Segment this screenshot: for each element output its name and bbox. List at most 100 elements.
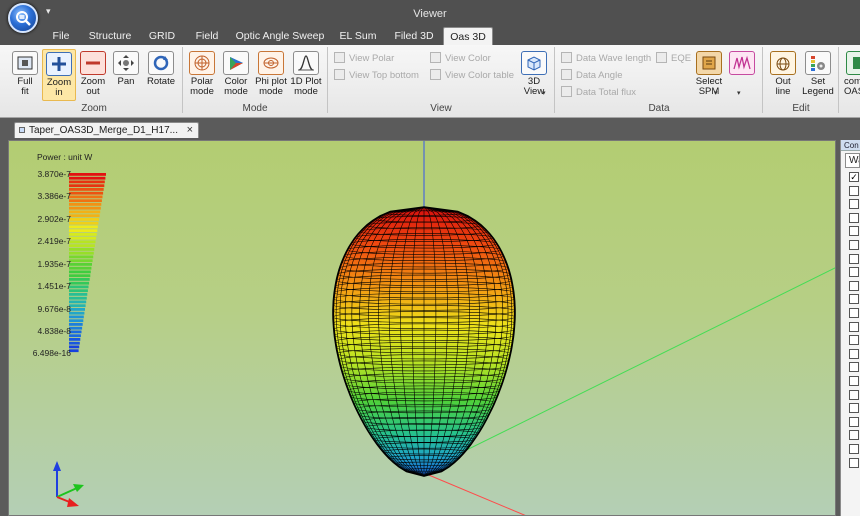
data-angle-button[interactable]: Data Angle [561, 68, 622, 84]
select-spm-button[interactable]: Select SPM [692, 49, 726, 101]
plot-1d-icon [293, 51, 319, 75]
com-oas-icon [846, 51, 860, 75]
group-divider [554, 47, 555, 113]
com-oas-button[interactable]: com OAS [842, 49, 860, 101]
data-wave-length-icon [561, 52, 572, 63]
side-panel-checkbox[interactable] [849, 185, 859, 196]
legend-tick-label: 2.419e-7 [37, 236, 71, 246]
view-color-icon [430, 52, 441, 63]
set-legend-button[interactable]: Set Legend [800, 49, 836, 101]
pan-button[interactable]: Pan [110, 49, 142, 101]
polar-mode-button[interactable]: Polar mode [186, 49, 218, 101]
phi-plot-mode-button[interactable]: Phi plot mode [254, 49, 288, 101]
color-mode-icon [223, 51, 249, 75]
side-panel-checkbox[interactable] [849, 389, 859, 400]
side-panel-checkbox[interactable] [849, 226, 859, 237]
view-top-bottom-icon [334, 69, 345, 80]
color-mode-button[interactable]: Color mode [220, 49, 252, 101]
chevron-down-icon: ▾ [737, 90, 741, 97]
close-icon[interactable]: × [187, 123, 193, 138]
legend-tick-label: 4.838e-8 [37, 326, 71, 336]
tab-optic-angle-sweep[interactable]: Optic Angle Sweep [232, 28, 328, 45]
zoom-out-button[interactable]: Zoom out [77, 49, 109, 101]
group-divider [182, 47, 183, 113]
outline-button[interactable]: Out line [766, 49, 800, 101]
oas-3d-viewport[interactable]: Power : unit W 3.870e-7 3.386e-7 2.902e-… [8, 140, 836, 516]
side-panel-header: Con [841, 140, 860, 151]
full-fit-button[interactable]: Full fit [8, 49, 42, 101]
legend-tick-label: 1.451e-7 [37, 281, 71, 291]
chevron-down-icon: ▾ [714, 90, 718, 97]
app-logo-icon[interactable] [8, 3, 38, 33]
legend-tick-label: 1.935e-7 [37, 259, 71, 269]
chevron-down-icon: ▾ [542, 90, 546, 97]
polar-mode-icon [189, 51, 215, 75]
legend-tick-label: 2.902e-7 [37, 214, 71, 224]
side-panel-checkbox[interactable] [849, 430, 859, 441]
legend-tick-label: 3.870e-7 [37, 169, 71, 179]
axis-orientation-triad [53, 461, 84, 507]
zoom-out-icon [80, 51, 106, 75]
tab-file[interactable]: File [44, 28, 78, 45]
x-axis-line [423, 472, 526, 515]
side-panel-checkbox[interactable] [849, 308, 859, 318]
set-legend-icon [805, 51, 831, 75]
view-top-bottom-button[interactable]: View Top bottom [334, 68, 419, 84]
view-polar-icon [334, 52, 345, 63]
document-tab[interactable]: Taper_OAS3D_Merge_D1_H17... × [14, 122, 199, 138]
view-group-label: View [430, 103, 452, 114]
side-panel-checkbox[interactable] [849, 294, 859, 305]
spectrum-button[interactable] [728, 49, 756, 101]
tab-oas-3d[interactable]: Oas 3D [443, 27, 493, 46]
view-color-button[interactable]: View Color [430, 51, 491, 67]
radiation-lobe-mesh [332, 206, 516, 477]
view-color-table-icon [430, 69, 441, 80]
data-total-flux-icon [561, 86, 572, 97]
control-side-panel: Con Wa ✓ [840, 140, 860, 516]
pan-icon [113, 51, 139, 75]
side-panel-checkbox[interactable] [849, 457, 859, 468]
plot-1d-mode-button[interactable]: 1D Plot mode [289, 49, 323, 101]
side-panel-checkbox[interactable] [849, 267, 859, 278]
zoom-in-button[interactable]: Zoom in [42, 49, 76, 101]
menu-bar: File Structure GRID Field Optic Angle Sw… [0, 27, 860, 46]
document-tab-bar: Taper_OAS3D_Merge_D1_H17... × [0, 118, 860, 138]
side-panel-checkbox[interactable] [849, 280, 859, 291]
edit-group-label: Edit [792, 103, 810, 114]
side-panel-checkbox[interactable] [849, 403, 859, 414]
data-total-flux-button[interactable]: Data Total flux [561, 85, 636, 101]
mode-group-label: Mode [242, 103, 268, 114]
side-panel-combo[interactable]: Wa [845, 153, 860, 168]
side-panel-checkbox[interactable] [849, 376, 859, 386]
side-panel-checkbox[interactable] [849, 416, 859, 427]
view-color-table-button[interactable]: View Color table [430, 68, 514, 84]
document-tab-title: Taper_OAS3D_Merge_D1_H17... [29, 125, 178, 136]
tab-el-sum[interactable]: EL Sum [335, 28, 381, 45]
tab-structure[interactable]: Structure [84, 28, 136, 45]
tab-grid[interactable]: GRID [143, 28, 181, 45]
side-panel-checkbox[interactable] [849, 212, 859, 223]
outline-icon [770, 51, 796, 75]
zoom-in-icon [46, 52, 72, 76]
side-panel-checkbox[interactable] [849, 199, 859, 210]
data-wave-length-button[interactable]: Data Wave length [561, 51, 651, 67]
group-divider [762, 47, 763, 113]
side-panel-checkbox[interactable] [849, 321, 859, 332]
side-panel-checkbox[interactable] [849, 253, 859, 264]
eqe-button[interactable]: EQE [656, 51, 691, 67]
side-panel-checkbox[interactable] [849, 348, 859, 359]
tab-field[interactable]: Field [189, 28, 225, 45]
side-panel-checkbox[interactable]: ✓ [849, 172, 859, 182]
legend-title: Power : unit W [37, 152, 93, 162]
view-polar-button[interactable]: View Polar [334, 51, 394, 67]
side-panel-checkbox[interactable] [849, 240, 859, 250]
rotate-icon [148, 51, 174, 75]
side-panel-checkbox[interactable] [849, 335, 859, 346]
tab-filed-3d[interactable]: Filed 3D [389, 28, 439, 45]
zoom-group-label: Zoom [81, 103, 107, 114]
side-panel-checkbox[interactable] [849, 444, 859, 454]
title-bar: ▾ Viewer [0, 0, 860, 33]
side-panel-checkbox[interactable] [849, 362, 859, 373]
rotate-button[interactable]: Rotate [144, 49, 178, 101]
legend-tick-label: 9.676e-8 [37, 304, 71, 314]
